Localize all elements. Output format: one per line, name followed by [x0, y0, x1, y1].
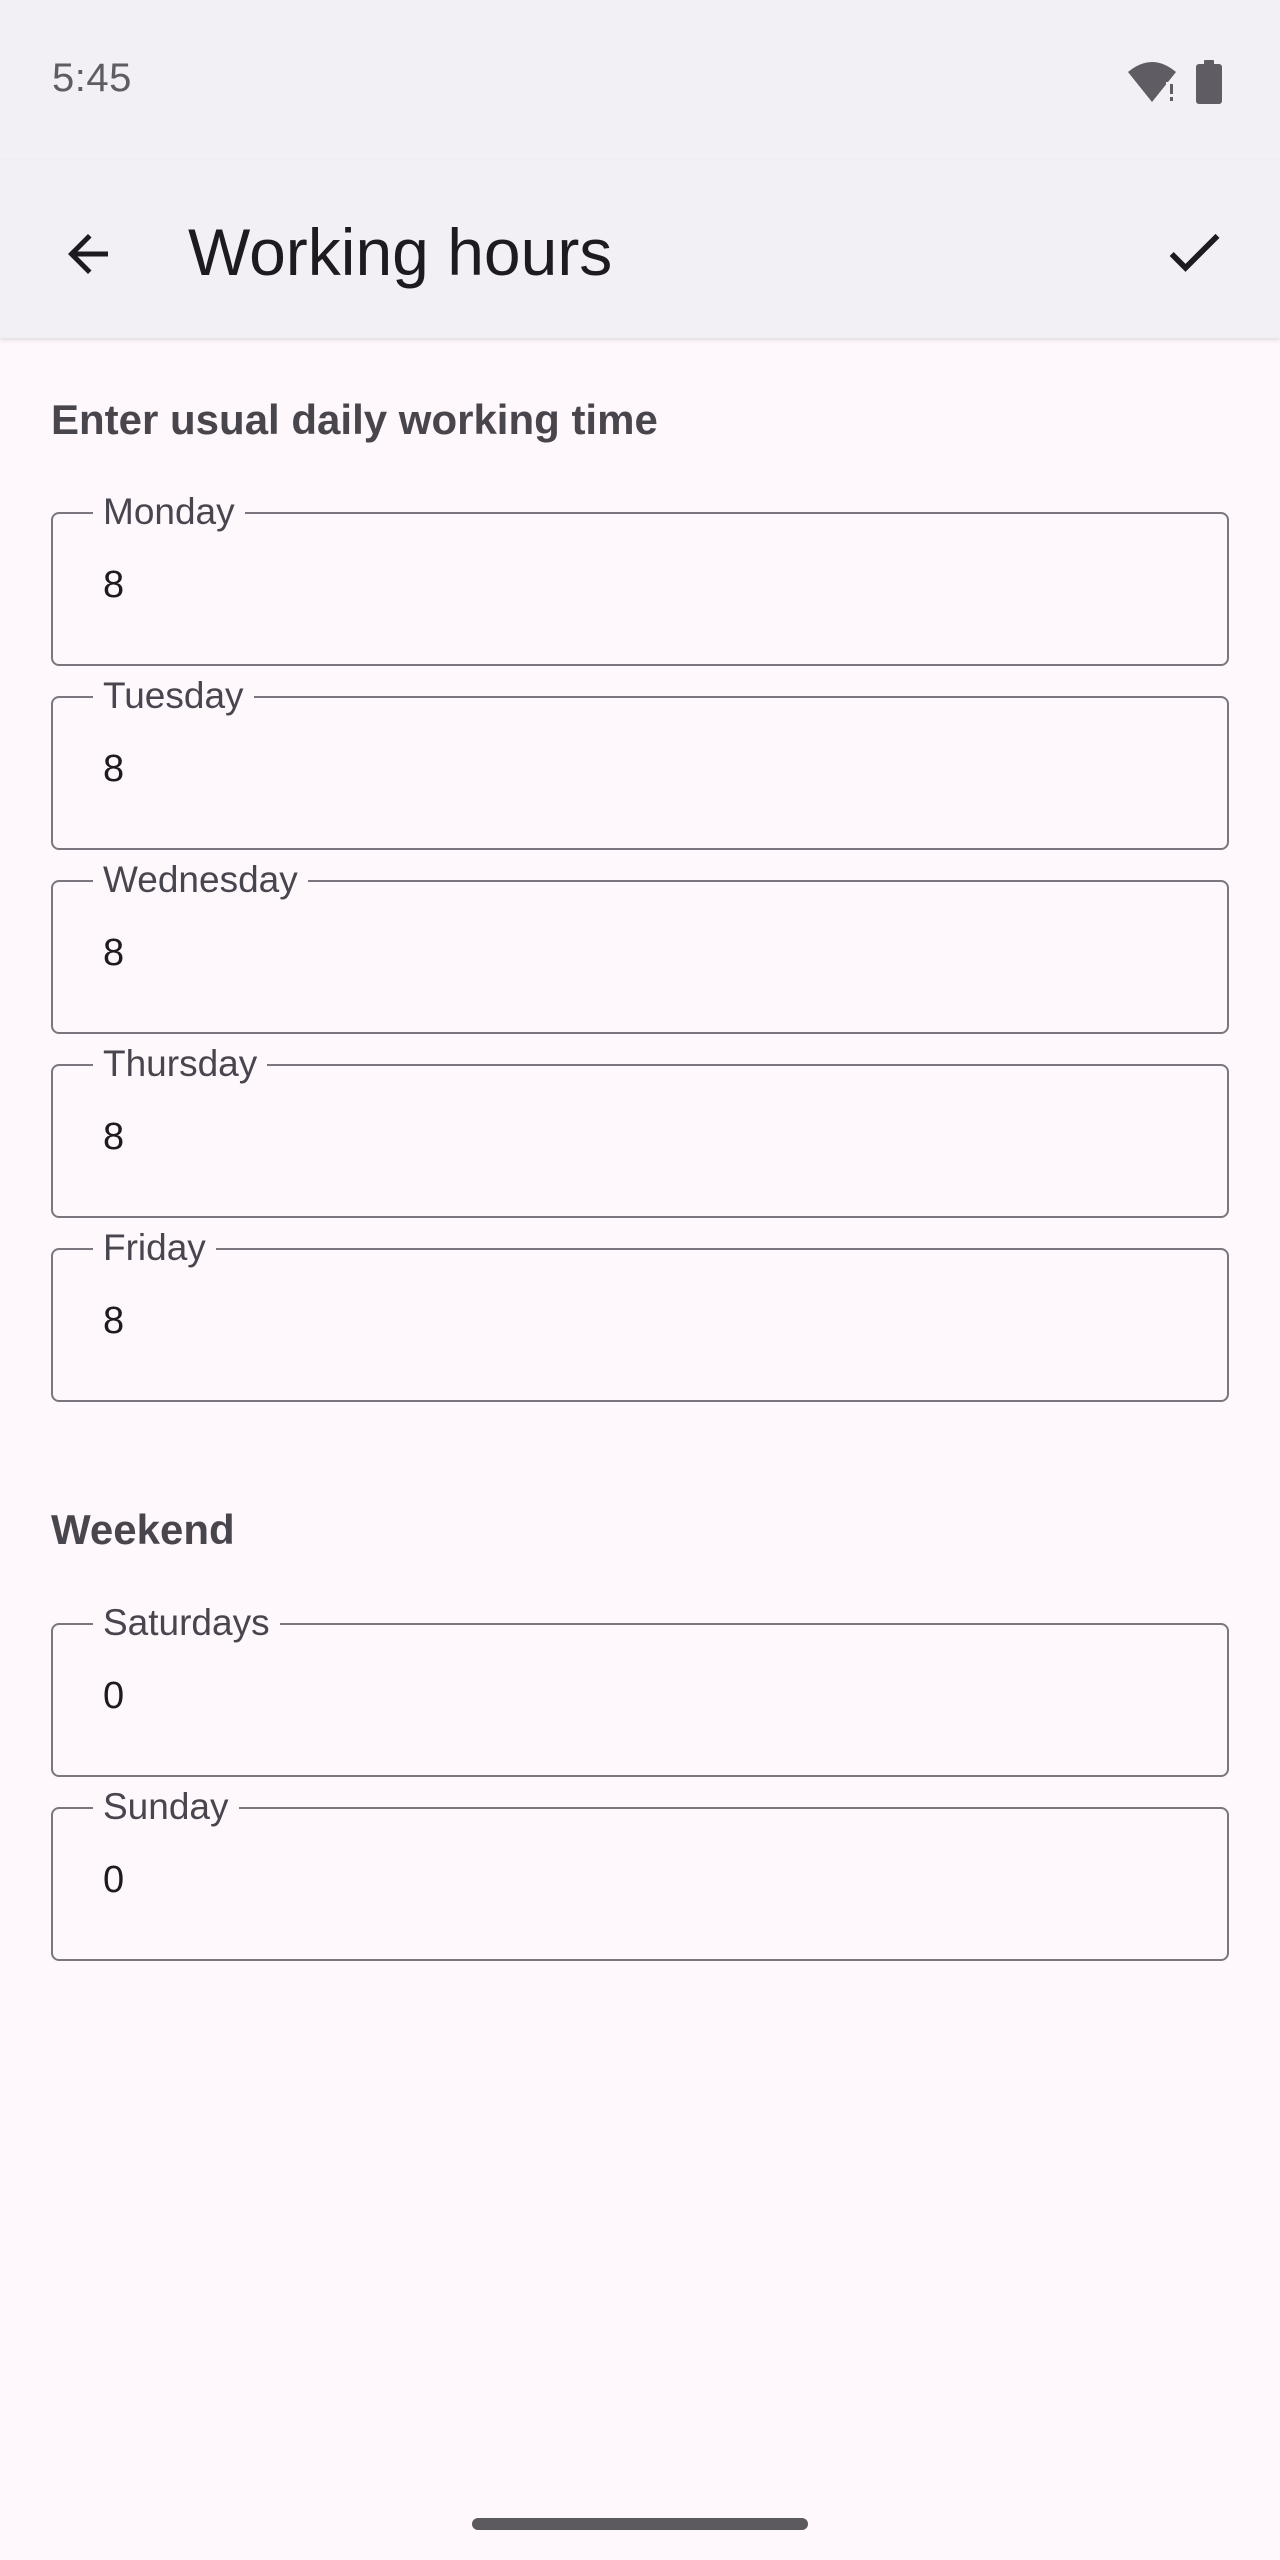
- wednesday-field[interactable]: Wednesday 8: [51, 854, 1229, 1034]
- sunday-field[interactable]: Sunday 0: [51, 1781, 1229, 1961]
- weekday-section-header: Enter usual daily working time: [51, 396, 658, 443]
- saturday-value[interactable]: 0: [103, 1675, 124, 1718]
- thursday-field[interactable]: Thursday 8: [51, 1038, 1229, 1218]
- friday-field[interactable]: Friday 8: [51, 1222, 1229, 1402]
- tuesday-value[interactable]: 8: [103, 748, 124, 791]
- check-icon: [1160, 218, 1228, 291]
- app-bar: Working hours: [0, 160, 1280, 338]
- wednesday-value[interactable]: 8: [103, 932, 124, 975]
- status-time: 5:45: [52, 56, 132, 100]
- sunday-value[interactable]: 0: [103, 1859, 124, 1902]
- home-indicator[interactable]: [472, 2518, 808, 2530]
- arrow-left-icon: [58, 224, 118, 289]
- status-icons: [1126, 60, 1222, 109]
- saturday-field[interactable]: Saturdays 0: [51, 1597, 1229, 1777]
- battery-icon: [1196, 60, 1222, 109]
- thursday-label: Thursday: [93, 1038, 268, 1090]
- wednesday-label: Wednesday: [93, 854, 308, 906]
- back-button[interactable]: [40, 208, 136, 304]
- status-bar: 5:45: [0, 0, 1280, 160]
- friday-label: Friday: [93, 1222, 216, 1274]
- wifi-icon: [1126, 60, 1178, 109]
- saturday-label: Saturdays: [93, 1597, 280, 1649]
- monday-label: Monday: [93, 486, 245, 538]
- friday-value[interactable]: 8: [103, 1300, 124, 1343]
- tuesday-label: Tuesday: [93, 670, 254, 722]
- save-button[interactable]: [1144, 204, 1244, 304]
- weekend-section-header: Weekend: [51, 1506, 235, 1553]
- sunday-label: Sunday: [93, 1781, 239, 1833]
- page-title: Working hours: [188, 215, 613, 289]
- tuesday-field[interactable]: Tuesday 8: [51, 670, 1229, 850]
- monday-value[interactable]: 8: [103, 564, 124, 607]
- thursday-value[interactable]: 8: [103, 1116, 124, 1159]
- monday-field[interactable]: Monday 8: [51, 486, 1229, 666]
